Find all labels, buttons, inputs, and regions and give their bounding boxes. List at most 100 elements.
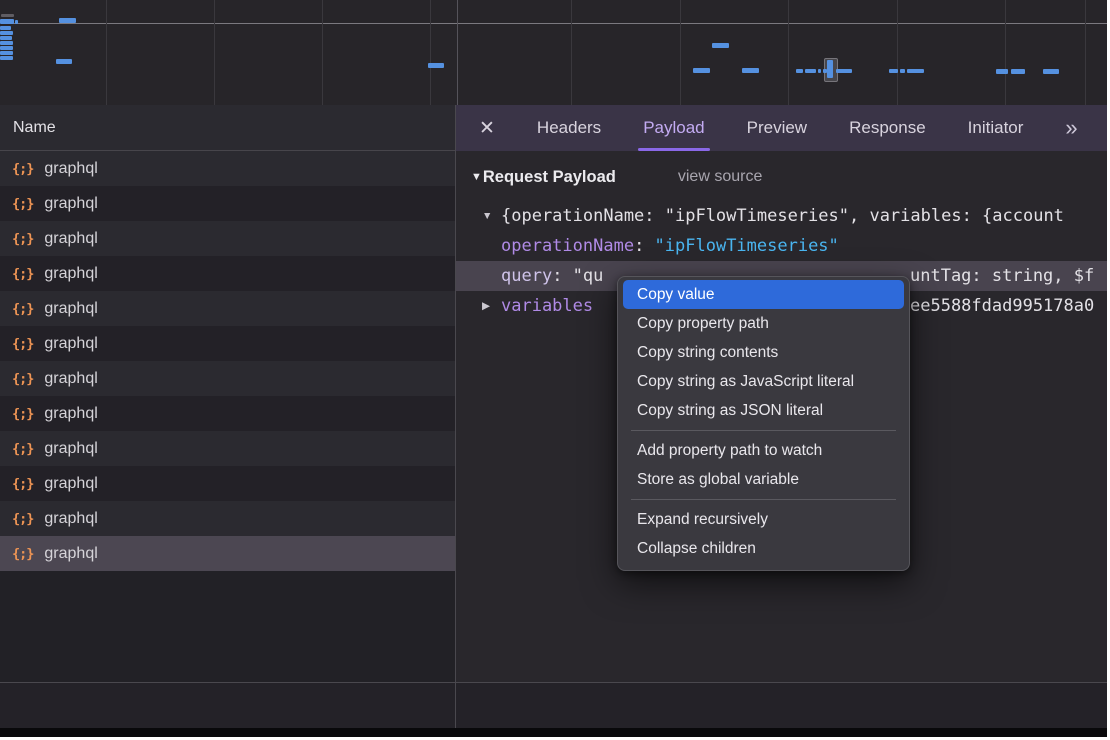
request-payload-section-header[interactable]: ▼ Request Payload view source — [456, 164, 1107, 190]
overview-gridline — [571, 0, 572, 105]
request-name: graphql — [44, 160, 97, 178]
menu-item-copy-string-contents[interactable]: Copy string contents — [623, 338, 904, 367]
devtools-network-panel: Name {;}graphql{;}graphql{;}graphql{;}gr… — [0, 0, 1107, 737]
request-name: graphql — [44, 475, 97, 493]
menu-item-copy-string-as-json-literal[interactable]: Copy string as JSON literal — [623, 396, 904, 425]
property-key: operationName — [501, 236, 634, 256]
request-row[interactable]: {;} graphql — [0, 291, 455, 326]
overview-request-bar — [827, 60, 833, 78]
overview-request-bar — [0, 36, 12, 40]
request-row[interactable]: {;} graphql — [0, 396, 455, 431]
request-name: graphql — [44, 335, 97, 353]
menu-item-add-property-path-to-watch[interactable]: Add property path to watch — [623, 436, 904, 465]
overview-gridline — [1005, 0, 1006, 105]
menu-item-expand-recursively[interactable]: Expand recursively — [623, 505, 904, 534]
overview-request-bar — [428, 63, 444, 68]
json-request-icon: {;} — [12, 301, 33, 317]
payload-root-preview: {operationName: "ipFlowTimeseries", vari… — [501, 206, 1064, 226]
request-list: {;} graphql {;} graphql {;} graphql {;} graphql… — [0, 151, 455, 571]
json-request-icon: {;} — [12, 336, 33, 352]
request-row[interactable]: {;}graphql — [0, 536, 455, 571]
section-expand-triangle-icon[interactable]: ▼ — [471, 171, 482, 183]
overview-gridline — [322, 0, 323, 105]
payload-root-row[interactable]: ▼ {operationName: "ipFlowTimeseries", va… — [456, 201, 1107, 231]
request-row[interactable]: {;}graphql — [0, 221, 455, 256]
menu-separator — [631, 499, 896, 500]
tab-response[interactable]: Response — [849, 105, 926, 151]
collapsed-triangle-icon[interactable]: ▶ — [482, 291, 490, 321]
request-row[interactable]: {;} graphql — [0, 151, 455, 186]
overview-split-gridline — [457, 0, 458, 105]
request-row[interactable]: {;}graphql — [0, 361, 455, 396]
tab-preview[interactable]: Preview — [747, 105, 807, 151]
request-row[interactable]: {;}graphql — [0, 431, 455, 466]
context-menu: Copy valueCopy property pathCopy string … — [617, 276, 910, 571]
overview-request-bar — [900, 69, 905, 73]
overview-request-bar — [15, 20, 18, 24]
view-source-link[interactable]: view source — [678, 168, 762, 186]
overview-request-bar — [0, 31, 13, 35]
request-row[interactable]: {;}graphql — [0, 466, 455, 501]
request-name: graphql — [44, 440, 97, 458]
overview-request-bar — [59, 18, 76, 23]
column-header-name[interactable]: Name — [0, 105, 455, 151]
menu-item-copy-property-path[interactable]: Copy property path — [623, 309, 904, 338]
overview-gridline — [214, 0, 215, 105]
request-payload-title: Request Payload — [483, 168, 616, 187]
tab-payload[interactable]: Payload — [643, 105, 704, 151]
devtools-screenshot: Name {;}graphql{;}graphql{;}graphql{;}gr… — [0, 0, 1110, 740]
overview-request-bar — [0, 46, 13, 50]
json-request-icon: {;} — [12, 546, 33, 562]
menu-item-copy-value[interactable]: Copy value — [623, 280, 904, 309]
expanded-triangle-icon[interactable]: ▼ — [482, 201, 492, 231]
more-tabs-icon[interactable]: » — [1065, 115, 1075, 141]
overview-request-bar — [0, 41, 13, 45]
property-value-left: "qu — [573, 266, 604, 286]
request-row[interactable]: {;}graphql — [0, 256, 455, 291]
request-name: graphql — [44, 265, 97, 283]
details-tabbar: ✕ Headers Payload Preview Response Initiator… — [456, 105, 1107, 151]
payload-row-operation-name[interactable]: operationName: "ipFlowTimeseries" — [456, 231, 1107, 261]
column-header-label: Name — [13, 119, 56, 136]
tab-headers[interactable]: Headers — [537, 105, 601, 151]
overview-request-bar — [996, 69, 1008, 74]
request-row[interactable]: {;} graphql — [0, 501, 455, 536]
overview-gridline — [788, 0, 789, 105]
overview-request-bar — [712, 43, 729, 48]
overview-request-bar — [742, 68, 759, 73]
network-overview-timeline[interactable] — [0, 0, 1107, 107]
close-icon[interactable]: ✕ — [479, 117, 495, 140]
json-request-icon: {;} — [12, 406, 33, 422]
overview-request-bar — [889, 69, 898, 73]
overview-request-bar — [0, 19, 14, 24]
overview-request-bar — [796, 69, 803, 73]
request-name: graphql — [44, 300, 97, 318]
menu-item-store-as-global-variable[interactable]: Store as global variable — [623, 465, 904, 494]
overview-gridline — [430, 0, 431, 105]
menu-item-collapse-children[interactable]: Collapse children — [623, 534, 904, 563]
json-request-icon: {;} — [12, 511, 33, 527]
request-row[interactable]: {;} graphql — [0, 326, 455, 361]
overview-request-bar — [818, 69, 821, 73]
json-request-icon: {;} — [12, 161, 33, 177]
json-request-icon: {;} — [12, 231, 33, 247]
menu-item-copy-string-as-javascript-literal[interactable]: Copy string as JavaScript literal — [623, 367, 904, 396]
json-request-icon: {;} — [12, 196, 33, 212]
overview-gridline-horizontal — [13, 23, 1107, 24]
request-row[interactable]: {;}graphql — [0, 186, 455, 221]
panel-split-divider[interactable] — [455, 105, 456, 728]
overview-gridline — [1085, 0, 1086, 105]
overview-request-bar — [1043, 69, 1059, 74]
overview-request-bar — [56, 59, 72, 64]
request-name: graphql — [44, 510, 97, 528]
property-key: variables — [501, 296, 593, 316]
overview-request-bar — [1, 14, 14, 17]
overview-request-bar — [805, 69, 816, 73]
window-bottom-bar — [0, 728, 1107, 737]
overview-request-bar — [693, 68, 710, 73]
property-value-right: untTag: string, $f — [910, 261, 1094, 291]
panel-footer — [0, 682, 1107, 729]
overview-gridline — [106, 0, 107, 105]
request-name: graphql — [44, 405, 97, 423]
tab-initiator[interactable]: Initiator — [968, 105, 1024, 151]
